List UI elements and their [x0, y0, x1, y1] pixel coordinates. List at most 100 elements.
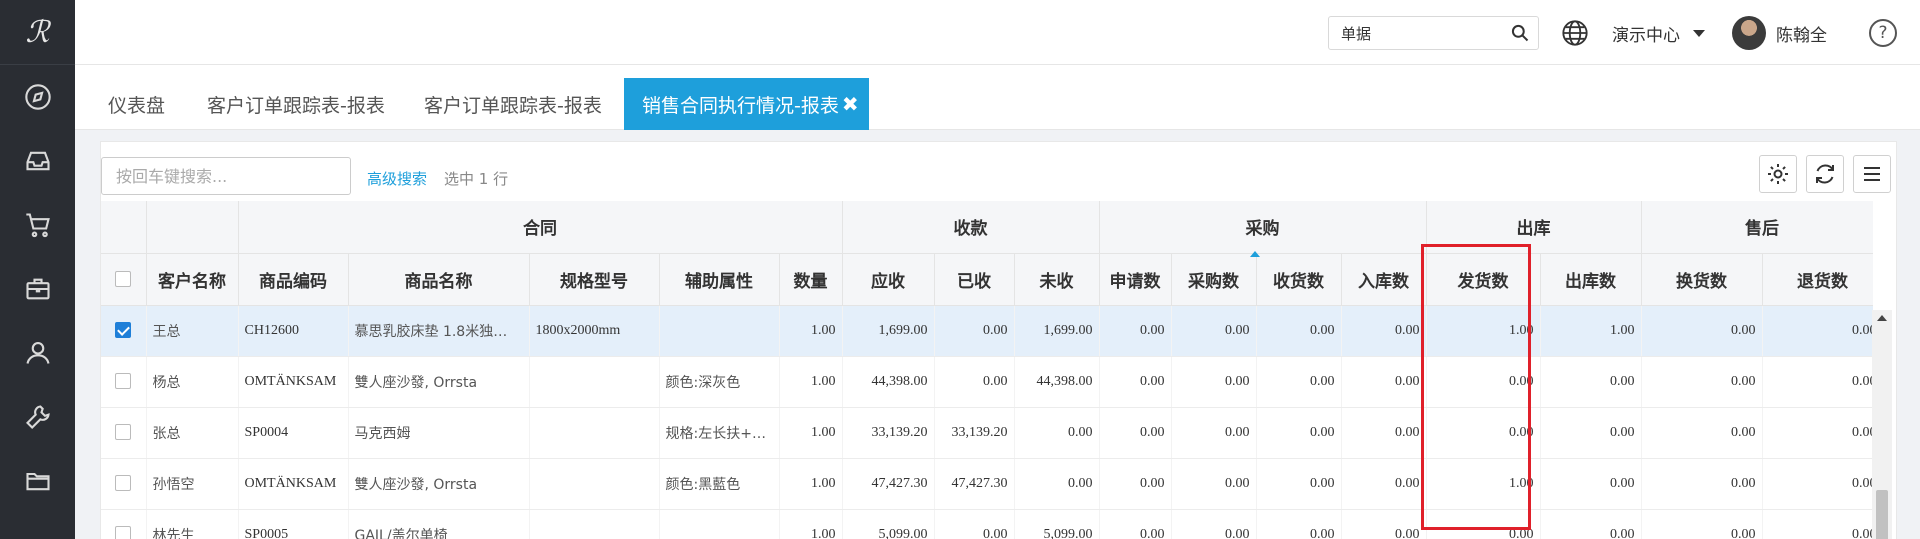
table-cell[interactable] — [529, 509, 660, 539]
table-cell[interactable]: 1.00 — [779, 407, 843, 459]
column-header[interactable]: 规格型号 — [529, 253, 660, 306]
table-row[interactable]: 林先生 SP0005 GAIL/盖尔单椅 1.00 5,099.00 0.00 5,099.… — [101, 509, 1873, 539]
table-cell[interactable]: 0.00 — [934, 305, 1015, 357]
column-header[interactable]: 收货数 — [1256, 253, 1342, 306]
table-cell[interactable]: 0.00 — [1341, 509, 1427, 539]
column-header[interactable]: 数量 — [779, 253, 843, 306]
sidebar-item-wrench[interactable] — [0, 385, 75, 449]
column-header[interactable]: 未收 — [1014, 253, 1100, 306]
column-menu-button[interactable] — [1853, 155, 1891, 193]
table-cell[interactable]: 0.00 — [1256, 458, 1342, 510]
table-cell[interactable]: 林先生 — [146, 509, 239, 539]
table-cell[interactable]: 0.00 — [1099, 458, 1172, 510]
table-cell[interactable]: 0.00 — [1540, 356, 1642, 408]
table-cell[interactable]: 0.00 — [1641, 458, 1763, 510]
table-cell[interactable]: 0.00 — [1341, 356, 1427, 408]
table-cell[interactable]: 1.00 — [1426, 458, 1541, 510]
table-cell[interactable]: 44,398.00 — [1014, 356, 1100, 408]
table-cell[interactable]: 颜色:黑藍色 — [659, 458, 780, 510]
table-cell[interactable]: 杨总 — [146, 356, 239, 408]
table-cell[interactable]: 0.00 — [1641, 407, 1763, 459]
table-cell[interactable] — [659, 509, 780, 539]
global-search-input[interactable] — [1329, 17, 1499, 49]
sidebar-item-cart[interactable] — [0, 193, 75, 257]
globe-icon[interactable] — [1561, 19, 1589, 47]
column-header[interactable]: 申请数 — [1099, 253, 1172, 306]
table-cell[interactable]: 马克西姆 — [348, 407, 530, 459]
table-cell[interactable]: 0.00 — [1014, 407, 1100, 459]
table-cell[interactable]: 0.00 — [1171, 458, 1257, 510]
column-header[interactable]: 发货数 — [1426, 253, 1541, 306]
table-cell[interactable]: 0.00 — [1762, 305, 1873, 357]
sidebar-item-compass[interactable] — [0, 65, 75, 129]
table-cell[interactable]: 0.00 — [1171, 407, 1257, 459]
table-cell[interactable]: 0.00 — [1099, 407, 1172, 459]
table-cell[interactable]: 规格:左长扶+… — [659, 407, 780, 459]
table-cell[interactable]: 0.00 — [1540, 458, 1642, 510]
table-cell[interactable]: 0.00 — [1762, 458, 1873, 510]
table-cell[interactable]: 47,427.30 — [934, 458, 1015, 510]
table-cell[interactable]: 0.00 — [1641, 509, 1763, 539]
org-selector[interactable]: 演示中心 — [1612, 21, 1680, 46]
table-cell[interactable]: 1.00 — [779, 458, 843, 510]
tab-order-tracking-2[interactable]: 客户订单跟踪表-报表 — [424, 78, 602, 130]
column-header[interactable]: 商品名称 — [348, 253, 530, 306]
table-cell[interactable]: 0.00 — [1256, 356, 1342, 408]
column-header[interactable]: 退货数 — [1762, 253, 1873, 306]
row-checkbox[interactable] — [115, 526, 132, 539]
table-cell[interactable]: GAIL/盖尔单椅 — [348, 509, 530, 539]
table-cell[interactable]: 33,139.20 — [934, 407, 1015, 459]
table-cell[interactable]: 0.00 — [1762, 407, 1873, 459]
table-cell[interactable]: 0.00 — [1641, 305, 1763, 357]
table-cell[interactable]: 0.00 — [1099, 305, 1172, 357]
table-cell[interactable]: 0.00 — [1426, 509, 1541, 539]
table-cell[interactable]: 0.00 — [1341, 458, 1427, 510]
sidebar-item-inbox[interactable] — [0, 129, 75, 193]
sort-ascending-icon[interactable] — [1250, 251, 1260, 257]
table-cell[interactable]: 0.00 — [1540, 509, 1642, 539]
scroll-up-arrow-icon[interactable] — [1877, 315, 1887, 321]
table-cell[interactable]: 0.00 — [1099, 509, 1172, 539]
help-icon[interactable]: ? — [1869, 19, 1897, 47]
table-cell[interactable]: 0.00 — [1540, 407, 1642, 459]
table-row[interactable]: 孙悟空 OMTÄNKSAM 雙人座沙發, Orrsta 颜色:黑藍色 1.00 47,42… — [101, 458, 1873, 510]
table-cell[interactable]: 0.00 — [934, 509, 1015, 539]
table-cell[interactable]: 1.00 — [1540, 305, 1642, 357]
table-cell[interactable]: 0.00 — [1641, 356, 1763, 408]
column-header[interactable]: 入库数 — [1341, 253, 1427, 306]
table-cell[interactable]: 47,427.30 — [842, 458, 935, 510]
sidebar-item-folder[interactable] — [0, 449, 75, 513]
vertical-scrollbar[interactable] — [1872, 310, 1892, 539]
column-header[interactable]: 已收 — [934, 253, 1015, 306]
table-cell[interactable]: 5,099.00 — [842, 509, 935, 539]
table-cell[interactable]: 1.00 — [779, 509, 843, 539]
user-name[interactable]: 陈翰全 — [1776, 21, 1827, 46]
refresh-button[interactable] — [1806, 155, 1844, 193]
table-cell[interactable]: 1,699.00 — [842, 305, 935, 357]
chevron-down-icon[interactable] — [1693, 30, 1705, 37]
tab-order-tracking-1[interactable]: 客户订单跟踪表-报表 — [207, 78, 385, 130]
table-cell[interactable]: SP0004 — [238, 407, 349, 459]
table-cell[interactable]: 雙人座沙發, Orrsta — [348, 458, 530, 510]
table-cell[interactable]: 慕思乳胶床垫 1.8米独… — [348, 305, 530, 357]
advanced-search-link[interactable]: 高级搜索 — [367, 168, 427, 189]
table-cell[interactable]: 33,139.20 — [842, 407, 935, 459]
table-cell[interactable] — [659, 305, 780, 357]
table-cell[interactable]: 44,398.00 — [842, 356, 935, 408]
table-cell[interactable]: 0.00 — [1171, 509, 1257, 539]
avatar[interactable] — [1732, 16, 1766, 50]
table-cell[interactable]: 1800x2000mm — [529, 305, 660, 357]
table-cell[interactable]: 1.00 — [779, 356, 843, 408]
table-cell[interactable]: 0.00 — [1171, 305, 1257, 357]
table-cell[interactable]: 0.00 — [1171, 356, 1257, 408]
table-cell[interactable]: OMTÄNKSAM — [238, 356, 349, 408]
table-cell[interactable]: 0.00 — [1426, 356, 1541, 408]
table-cell[interactable]: 0.00 — [1762, 509, 1873, 539]
column-header[interactable]: 换货数 — [1641, 253, 1763, 306]
table-cell[interactable]: 张总 — [146, 407, 239, 459]
row-checkbox[interactable] — [115, 475, 132, 492]
table-cell[interactable]: OMTÄNKSAM — [238, 458, 349, 510]
table-row[interactable]: 杨总 OMTÄNKSAM 雙人座沙發, Orrsta 颜色:深灰色 1.00 44,398… — [101, 356, 1873, 408]
table-cell[interactable]: 0.00 — [1014, 458, 1100, 510]
column-header[interactable]: 出库数 — [1540, 253, 1642, 306]
